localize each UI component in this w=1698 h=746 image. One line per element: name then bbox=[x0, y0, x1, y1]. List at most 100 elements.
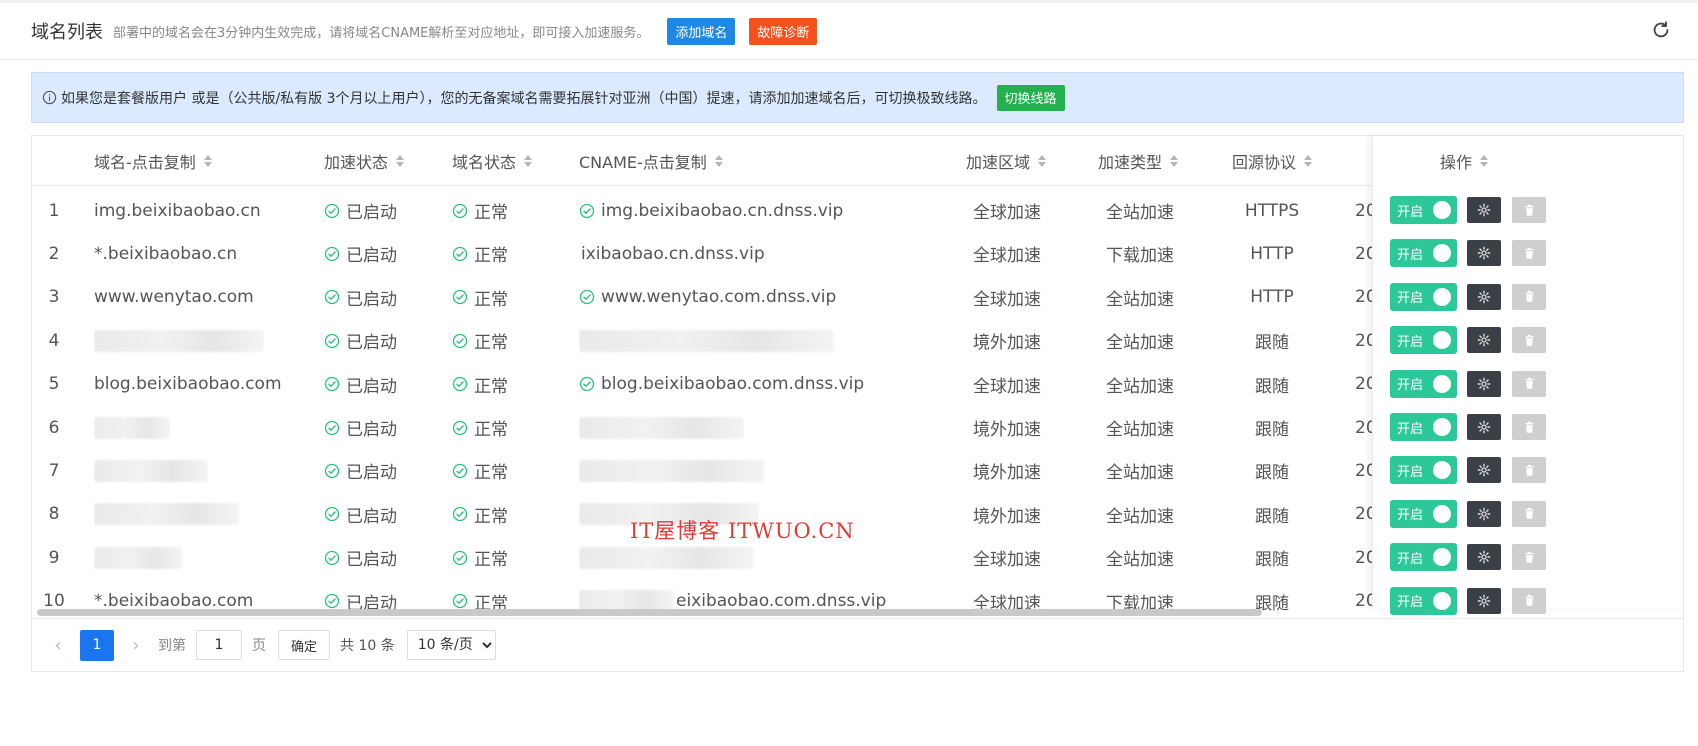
page-size-select[interactable]: 10 条/页 bbox=[406, 630, 496, 660]
column-accel-status[interactable]: 加速状态 bbox=[324, 136, 405, 186]
sort-icon[interactable] bbox=[1304, 155, 1313, 167]
column-domain-status[interactable]: 域名状态 bbox=[452, 136, 533, 186]
cname-cell[interactable] bbox=[579, 317, 949, 364]
sort-icon[interactable] bbox=[1038, 155, 1047, 167]
enable-toggle[interactable]: 开启 bbox=[1390, 239, 1457, 268]
next-page-icon[interactable]: › bbox=[124, 633, 148, 657]
sort-icon[interactable] bbox=[203, 155, 212, 167]
sort-icon[interactable] bbox=[524, 155, 533, 167]
column-protocol[interactable]: 回源协议 bbox=[1232, 136, 1313, 186]
settings-button[interactable] bbox=[1467, 240, 1501, 267]
enable-toggle[interactable]: 开启 bbox=[1390, 326, 1457, 355]
row-index: 8 bbox=[48, 504, 60, 525]
enable-toggle[interactable]: 开启 bbox=[1390, 456, 1457, 485]
domain-cell[interactable]: *.beixibaobao.cn bbox=[94, 230, 314, 277]
cname-cell[interactable]: www.wenytao.com.dnss.vip bbox=[579, 274, 949, 321]
domain-cell[interactable] bbox=[94, 317, 314, 364]
domain-text[interactable]: www.wenytao.com bbox=[94, 287, 254, 307]
cname-cell[interactable] bbox=[579, 404, 949, 451]
domain-cell[interactable]: blog.beixibaobao.com bbox=[94, 361, 314, 408]
domain-cell[interactable] bbox=[94, 404, 314, 451]
cname-text[interactable]: www.wenytao.com.dnss.vip bbox=[601, 287, 836, 307]
delete-button[interactable] bbox=[1512, 283, 1546, 310]
prev-page-icon[interactable]: ‹ bbox=[46, 633, 70, 657]
domain-cell[interactable] bbox=[94, 534, 314, 581]
delete-button[interactable] bbox=[1512, 327, 1546, 354]
check-circle-icon bbox=[452, 290, 468, 305]
enable-toggle[interactable]: 开启 bbox=[1390, 499, 1457, 528]
domain-text[interactable]: blog.beixibaobao.com bbox=[94, 374, 282, 394]
column-region[interactable]: 加速区域 bbox=[966, 136, 1047, 186]
domain-cell[interactable] bbox=[94, 491, 314, 538]
column-cname[interactable]: CNAME-点击复制 bbox=[579, 136, 723, 186]
enable-toggle[interactable]: 开启 bbox=[1390, 196, 1457, 224]
delete-button[interactable] bbox=[1512, 240, 1546, 267]
sort-icon[interactable] bbox=[1480, 155, 1489, 167]
check-circle-icon bbox=[452, 246, 468, 262]
goto-confirm-button[interactable]: 确定 bbox=[278, 630, 331, 660]
toggle-knob bbox=[1433, 548, 1451, 567]
delete-button[interactable] bbox=[1512, 197, 1546, 223]
check-circle-icon bbox=[324, 376, 340, 392]
settings-button[interactable] bbox=[1467, 414, 1501, 440]
delete-button[interactable] bbox=[1512, 500, 1546, 527]
type-cell: 全站加速 bbox=[1106, 420, 1174, 440]
domain-text[interactable]: *.beixibaobao.cn bbox=[94, 244, 237, 264]
blurred-cname bbox=[579, 546, 754, 569]
enable-toggle[interactable]: 开启 bbox=[1390, 413, 1457, 441]
settings-button[interactable] bbox=[1467, 544, 1501, 571]
sort-icon[interactable] bbox=[396, 155, 405, 167]
column-actions[interactable]: 操作 bbox=[1440, 136, 1489, 186]
check-circle-icon bbox=[324, 203, 340, 218]
check-circle-icon bbox=[324, 333, 340, 348]
sort-icon[interactable] bbox=[714, 155, 723, 167]
settings-button[interactable] bbox=[1467, 587, 1501, 614]
sort-icon[interactable] bbox=[1170, 155, 1179, 167]
page-1-button[interactable]: 1 bbox=[80, 629, 114, 661]
domain-cell[interactable] bbox=[94, 447, 314, 494]
refresh-icon[interactable] bbox=[1650, 19, 1672, 41]
domain-cell[interactable]: img.beixibaobao.cn bbox=[94, 187, 314, 234]
cname-text[interactable]: ixibaobao.cn.dnss.vip bbox=[581, 244, 765, 264]
type-cell: 全站加速 bbox=[1106, 289, 1174, 310]
delete-button[interactable] bbox=[1512, 457, 1546, 484]
settings-button[interactable] bbox=[1467, 197, 1501, 223]
cname-text[interactable]: img.beixibaobao.cn.dnss.vip bbox=[601, 201, 843, 221]
cname-cell[interactable] bbox=[579, 447, 949, 494]
column-type[interactable]: 加速类型 bbox=[1098, 136, 1179, 186]
enable-toggle[interactable]: 开启 bbox=[1390, 586, 1457, 615]
blurred-domain bbox=[94, 416, 170, 439]
settings-button[interactable] bbox=[1467, 457, 1501, 484]
settings-button[interactable] bbox=[1467, 370, 1501, 397]
enable-toggle[interactable]: 开启 bbox=[1390, 282, 1457, 311]
region-cell: 境外加速 bbox=[973, 463, 1041, 484]
switch-line-button[interactable]: 切换线路 bbox=[996, 84, 1065, 111]
domain-cell[interactable]: www.wenytao.com bbox=[94, 274, 314, 321]
domain-table: 域名-点击复制 加速状态 域名状态 CNAME-点击复制 加速区域 加速类型 回… bbox=[31, 135, 1684, 672]
enable-toggle[interactable]: 开启 bbox=[1390, 369, 1457, 398]
check-circle-icon bbox=[452, 593, 468, 609]
settings-button[interactable] bbox=[1467, 327, 1501, 354]
add-domain-button[interactable]: 添加域名 bbox=[667, 17, 736, 45]
column-domain[interactable]: 域名-点击复制 bbox=[94, 136, 212, 186]
diagnose-button[interactable]: 故障诊断 bbox=[749, 17, 818, 45]
goto-page-input[interactable] bbox=[196, 630, 242, 660]
delete-button[interactable] bbox=[1512, 544, 1546, 571]
horizontal-scrollbar[interactable] bbox=[37, 609, 1262, 616]
settings-button[interactable] bbox=[1467, 283, 1501, 310]
cname-cell[interactable]: blog.beixibaobao.com.dnss.vip bbox=[579, 361, 949, 408]
type-cell: 全站加速 bbox=[1106, 463, 1174, 484]
cname-text[interactable]: blog.beixibaobao.com.dnss.vip bbox=[601, 374, 864, 394]
region-cell: 全球加速 bbox=[973, 550, 1041, 571]
cname-cell[interactable]: img.beixibaobao.cn.dnss.vip bbox=[579, 187, 949, 234]
delete-button[interactable] bbox=[1512, 587, 1546, 614]
cname-cell[interactable]: ixibaobao.cn.dnss.vip bbox=[579, 230, 949, 277]
protocol-cell: HTTPS bbox=[1244, 200, 1300, 221]
delete-button[interactable] bbox=[1512, 414, 1546, 440]
settings-button[interactable] bbox=[1467, 500, 1501, 527]
domain-text[interactable]: img.beixibaobao.cn bbox=[94, 201, 261, 221]
enable-toggle[interactable]: 开启 bbox=[1390, 543, 1457, 572]
page-header: 域名列表 部署中的域名会在3分钟内生效完成，请将域名CNAME解析至对应地址，即… bbox=[0, 0, 1698, 60]
delete-button[interactable] bbox=[1512, 370, 1546, 397]
check-circle-icon bbox=[452, 507, 468, 522]
